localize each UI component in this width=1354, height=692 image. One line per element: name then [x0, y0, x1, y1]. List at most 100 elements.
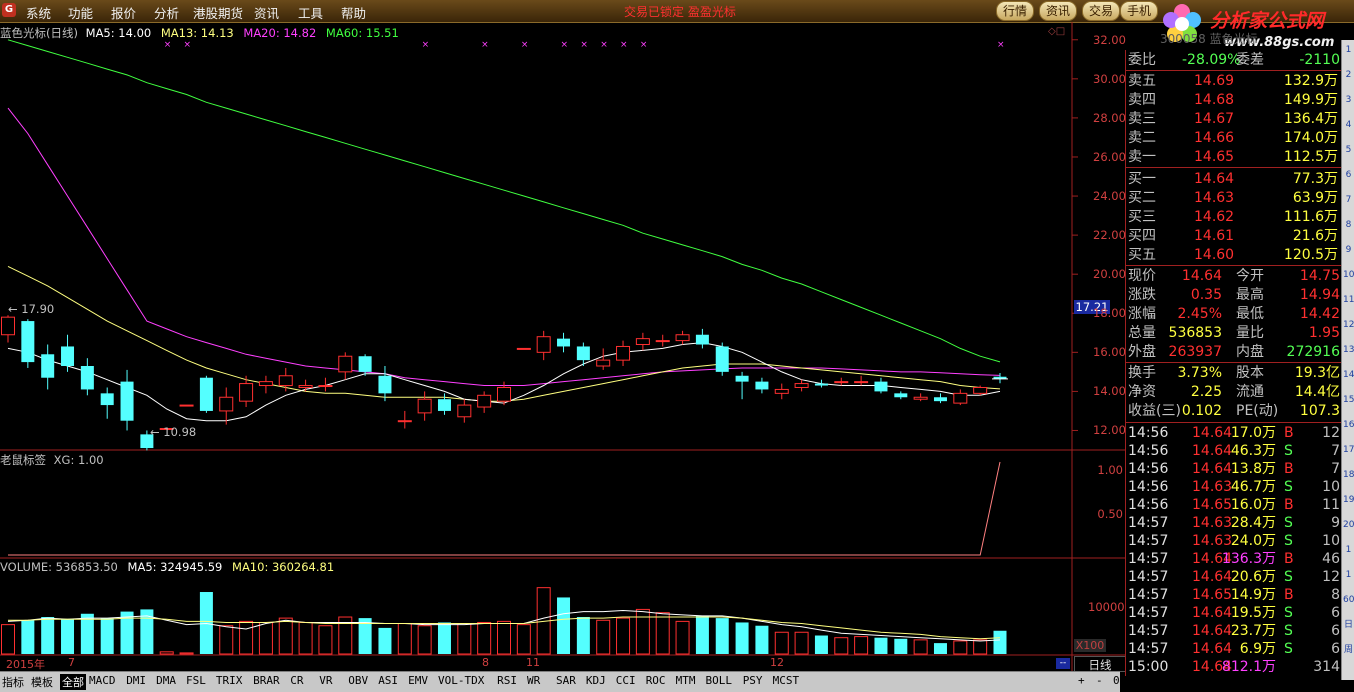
indicator-tab[interactable]: CCI	[616, 674, 636, 687]
signal-marker: ×	[481, 40, 489, 50]
price-tick: 28.00	[1093, 110, 1126, 125]
side-tool-button[interactable]: 2	[1343, 69, 1354, 82]
ask-price: 14.68	[1194, 92, 1235, 108]
indicator-tab[interactable]: 全部	[60, 674, 86, 690]
stat-label: 今开	[1236, 268, 1264, 284]
ma60-line	[7, 39, 1001, 363]
side-tool-button[interactable]: 1	[1343, 44, 1354, 57]
tab-mobile[interactable]: 手机	[1120, 1, 1159, 21]
side-tool-button[interactable]: 20	[1343, 519, 1354, 532]
tick-side: S	[1284, 623, 1293, 639]
side-tool-button[interactable]: 4	[1343, 119, 1354, 132]
side-tool-button[interactable]: 日	[1343, 619, 1354, 632]
ask-volume: 136.4万	[1283, 111, 1338, 127]
stat-label: 换手	[1128, 365, 1156, 381]
menu-system[interactable]: 系统	[26, 3, 51, 22]
tick-row: 14:56 14.64 17.0万 B 12	[1126, 424, 1342, 442]
side-tool-button[interactable]: 16	[1343, 419, 1354, 432]
side-tool-button[interactable]: 10	[1343, 269, 1354, 282]
indicator-tab[interactable]: CR	[290, 674, 303, 687]
tab-news[interactable]: 资讯	[1039, 1, 1078, 21]
zoom-control-button[interactable]: -	[1096, 674, 1103, 687]
indicator-tab[interactable]: BOLL	[706, 674, 733, 687]
side-tool-button[interactable]: 13	[1343, 344, 1354, 357]
stat-label: 涨跌	[1128, 287, 1156, 303]
side-tool-button[interactable]: 9	[1343, 244, 1354, 257]
indicator-tab[interactable]: 指标	[2, 674, 24, 690]
indicator-tab[interactable]: MTM	[676, 674, 696, 687]
menu-function[interactable]: 功能	[68, 3, 93, 22]
menu-quote[interactable]: 报价	[111, 3, 136, 22]
indicator-tab[interactable]: 模板	[31, 674, 53, 690]
scroll-marker[interactable]: --	[1056, 658, 1070, 669]
side-tool-button[interactable]: 14	[1343, 369, 1354, 382]
side-tool-button[interactable]: 17	[1343, 444, 1354, 457]
indicator-tab[interactable]: VR	[319, 674, 332, 687]
menu-analysis[interactable]: 分析	[154, 3, 179, 22]
kline-chart[interactable]: × × × × × × × × × × ×	[0, 22, 1125, 672]
indicator-tab[interactable]: RSI	[497, 674, 517, 687]
side-tool-button[interactable]: 5	[1343, 144, 1354, 157]
indicator-tab[interactable]: PSY	[743, 674, 763, 687]
side-tool-button[interactable]: 1	[1343, 544, 1354, 557]
side-tool-button[interactable]: 18	[1343, 469, 1354, 482]
tick-count: 6	[1331, 641, 1340, 657]
indicator-tab[interactable]: MACD	[89, 674, 116, 687]
tab-market[interactable]: 行情	[996, 1, 1035, 21]
zoom-control-button[interactable]: 0	[1113, 674, 1120, 687]
indicator-tab[interactable]: TRIX	[216, 674, 243, 687]
indicator-tab[interactable]: KDJ	[586, 674, 606, 687]
panel-controls-icon[interactable]: ◇□	[1048, 26, 1065, 37]
menu-tools[interactable]: 工具	[298, 3, 323, 22]
tick-side: S	[1284, 605, 1293, 621]
candle	[675, 330, 690, 345]
tick-price: 14.64	[1192, 623, 1233, 639]
volume-bar	[21, 620, 35, 654]
period-label[interactable]: 日线	[1074, 656, 1126, 672]
side-tool-button[interactable]: 19	[1343, 494, 1354, 507]
zoom-control-button[interactable]: +	[1078, 674, 1085, 687]
signal-marker: ×	[640, 40, 648, 50]
side-tool-button[interactable]: 15	[1343, 394, 1354, 407]
volume-bar	[318, 625, 333, 655]
stat-label: 现价	[1128, 268, 1156, 284]
side-tool-button[interactable]: 11	[1343, 294, 1354, 307]
ask-price: 14.69	[1194, 73, 1235, 89]
side-tool-button[interactable]: 60	[1343, 594, 1354, 607]
side-tool-button[interactable]: 8	[1343, 219, 1354, 232]
indicator-tab[interactable]: MCST	[773, 674, 800, 687]
indicator-tab[interactable]: FSL	[186, 674, 206, 687]
side-tool-button[interactable]: 周	[1343, 644, 1354, 657]
tick-volume: 23.7万	[1230, 623, 1276, 639]
indicator-tab[interactable]: WR	[527, 674, 540, 687]
indicator-tab[interactable]: EMV	[408, 674, 428, 687]
menu-info[interactable]: 资讯	[254, 3, 279, 22]
tab-trade[interactable]: 交易	[1082, 1, 1121, 21]
candle	[199, 375, 213, 413]
stat-label: 总量	[1128, 325, 1156, 341]
volume-bar	[179, 652, 194, 655]
side-tool-button[interactable]: 6	[1343, 169, 1354, 182]
signal-marker: ×	[620, 40, 628, 50]
ma13-label: MA13: 14.13	[160, 26, 234, 40]
side-tool-button[interactable]: 7	[1343, 194, 1354, 207]
indicator-tab[interactable]: VOL-TDX	[438, 674, 484, 687]
indicator-tab[interactable]: OBV	[348, 674, 368, 687]
menu-help[interactable]: 帮助	[341, 3, 366, 22]
stat-value: 0.35	[1190, 287, 1222, 303]
indicator-tab[interactable]: SAR	[556, 674, 576, 687]
indicator-tab[interactable]: BRAR	[253, 674, 280, 687]
ask-row: 卖二 14.66 174.0万	[1126, 129, 1342, 147]
tick-volume: 812.1万	[1221, 659, 1276, 675]
indicator-tab[interactable]: ROC	[646, 674, 666, 687]
indicator-tab[interactable]: DMA	[156, 674, 176, 687]
indicator-tab[interactable]: ASI	[378, 674, 398, 687]
tick-price: 14.64	[1192, 425, 1233, 441]
menu-hk-futures[interactable]: 港股期货	[193, 3, 243, 22]
side-tool-button[interactable]: 3	[1343, 94, 1354, 107]
candle	[536, 330, 551, 361]
xg-line	[8, 461, 1001, 556]
indicator-tab[interactable]: DMI	[126, 674, 146, 687]
side-tool-button[interactable]: 12	[1343, 319, 1354, 332]
side-tool-button[interactable]: 1	[1343, 569, 1354, 582]
